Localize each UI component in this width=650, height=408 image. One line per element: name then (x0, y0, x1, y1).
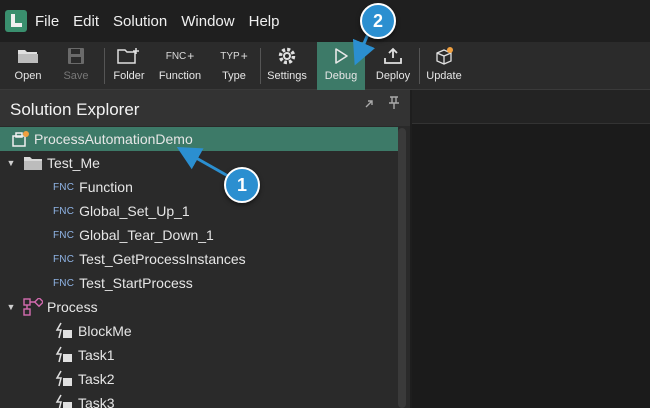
function-tag: FNC (53, 277, 75, 289)
solution-explorer-panel: Solution Explorer ProcessAutomationDemo … (0, 90, 410, 408)
tree-item-label: Global_Set_Up_1 (79, 203, 190, 219)
project-icon (10, 130, 30, 148)
tree-folder-label: Test_Me (47, 155, 100, 171)
new-type-icon: TYP + (220, 49, 248, 63)
folder-button[interactable]: Folder (110, 42, 148, 90)
deploy-label: Deploy (375, 70, 411, 82)
update-box-icon (431, 45, 457, 67)
float-icon[interactable] (364, 98, 374, 112)
settings-label: Settings (267, 70, 307, 82)
tree-item-label: Task2 (78, 371, 115, 387)
new-function-icon: FNC + (165, 49, 195, 63)
function-tag: FNC (53, 253, 75, 265)
tree-root-label: ProcessAutomationDemo (34, 131, 193, 147)
tree-item-task[interactable]: Task2 (0, 367, 398, 391)
save-icon (63, 45, 89, 67)
update-label: Update (426, 70, 462, 82)
menu-window[interactable]: Window (181, 13, 242, 30)
type-label: Type (222, 70, 246, 82)
gear-icon (274, 45, 300, 67)
menu-bar: File Edit Solution Window Help (0, 0, 650, 42)
panel-title: Solution Explorer (10, 100, 140, 119)
folder-open-icon (15, 45, 41, 67)
folder-icon (23, 154, 43, 172)
tree-folder-test-me[interactable]: ▼ Test_Me (0, 151, 398, 175)
save-button[interactable]: Save (58, 42, 94, 90)
type-button[interactable]: TYP + Type (216, 42, 252, 90)
tree-item-function[interactable]: FNC Global_Tear_Down_1 (0, 223, 398, 247)
tree-item-task[interactable]: BlockMe (0, 319, 398, 343)
toolbar-separator (419, 48, 420, 84)
open-button[interactable]: Open (8, 42, 48, 90)
function-button[interactable]: FNC + Function (156, 42, 204, 90)
tree-item-task[interactable]: Task1 (0, 343, 398, 367)
toolbar-separator (104, 48, 105, 84)
editor-tab-strip (412, 90, 650, 124)
deploy-button[interactable]: Deploy (372, 42, 414, 90)
menu-file[interactable]: File (35, 13, 67, 30)
process-icon (23, 298, 43, 316)
tree-folder-label: Process (47, 299, 98, 315)
tree-item-function[interactable]: FNC Test_GetProcessInstances (0, 247, 398, 271)
function-tag: FNC (53, 181, 75, 193)
task-icon (54, 322, 74, 340)
function-label: Function (158, 70, 202, 82)
tree-item-function[interactable]: FNC Function (0, 175, 398, 199)
editor-area (412, 90, 650, 408)
tree-item-label: Global_Tear_Down_1 (79, 227, 214, 243)
settings-button[interactable]: Settings (264, 42, 310, 90)
new-folder-icon (116, 45, 142, 67)
tree-item-label: Task3 (78, 395, 115, 408)
tree-item-task[interactable]: Task3 (0, 391, 398, 408)
chevron-down-icon[interactable]: ▼ (5, 158, 17, 168)
tree-item-function[interactable]: FNC Test_StartProcess (0, 271, 398, 295)
callout-1: 1 (224, 167, 260, 203)
function-tag: FNC (53, 205, 75, 217)
function-tag: FNC (165, 50, 187, 62)
debug-button[interactable]: Debug (317, 42, 365, 90)
task-icon (54, 394, 74, 408)
type-tag: TYP (220, 50, 240, 62)
folder-label: Folder (113, 70, 145, 82)
play-icon (328, 45, 354, 67)
menu-help[interactable]: Help (249, 13, 288, 30)
tree-item-function[interactable]: FNC Global_Set_Up_1 (0, 199, 398, 223)
menu-solution[interactable]: Solution (113, 13, 175, 30)
chevron-down-icon[interactable]: ▼ (5, 302, 17, 312)
callout-2: 2 (360, 3, 396, 39)
tree-item-label: Task1 (78, 347, 115, 363)
tree-item-label: Test_StartProcess (79, 275, 193, 291)
save-label: Save (63, 70, 89, 82)
scrollbar[interactable] (398, 128, 406, 408)
update-button[interactable]: Update (424, 42, 464, 90)
function-tag: FNC (53, 229, 75, 241)
task-icon (54, 346, 74, 364)
debug-label: Debug (324, 70, 358, 82)
tree-item-label: BlockMe (78, 323, 132, 339)
task-icon (54, 370, 74, 388)
panel-header: Solution Explorer (0, 90, 410, 126)
app-logo-icon (5, 10, 27, 32)
toolbar: Open Save Folder FNC + Function TYP + Type… (0, 42, 650, 90)
upload-icon (380, 45, 406, 67)
open-label: Open (14, 70, 42, 82)
menu-edit[interactable]: Edit (73, 13, 107, 30)
pin-icon[interactable] (388, 96, 400, 113)
toolbar-separator (260, 48, 261, 84)
tree-folder-process[interactable]: ▼ Process (0, 295, 398, 319)
tree-root-project[interactable]: ProcessAutomationDemo (0, 127, 398, 151)
tree-item-label: Function (79, 179, 133, 195)
tree-item-label: Test_GetProcessInstances (79, 251, 246, 267)
